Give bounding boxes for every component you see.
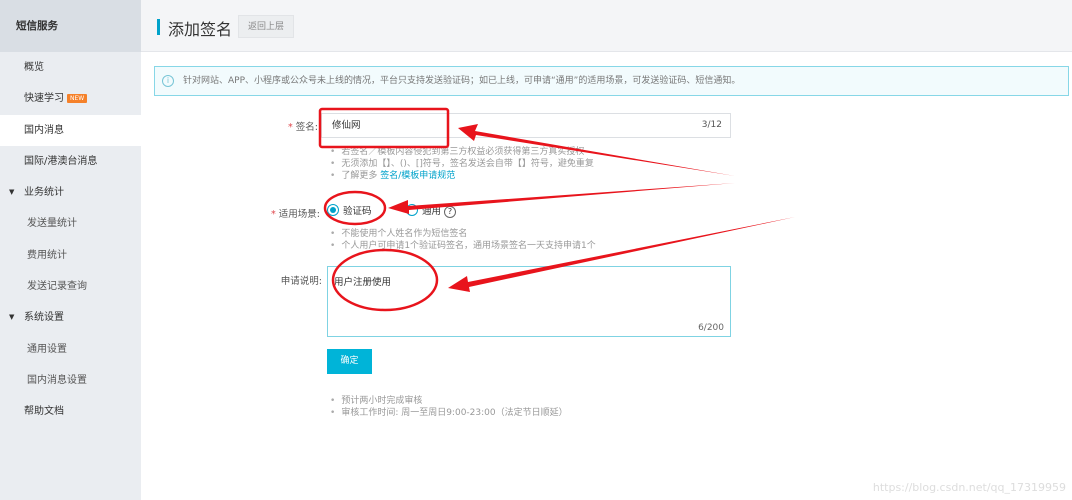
annotation-arrow <box>388 183 735 214</box>
annotation-arrow <box>448 217 795 292</box>
annotation-ellipse <box>323 190 387 226</box>
watermark: https://blog.csdn.net/qq_17319959 <box>872 481 1066 494</box>
red-annotations <box>318 107 795 312</box>
annotation-arrow <box>458 124 735 176</box>
annotation-box <box>318 107 450 149</box>
annotation-ellipse <box>331 248 439 312</box>
